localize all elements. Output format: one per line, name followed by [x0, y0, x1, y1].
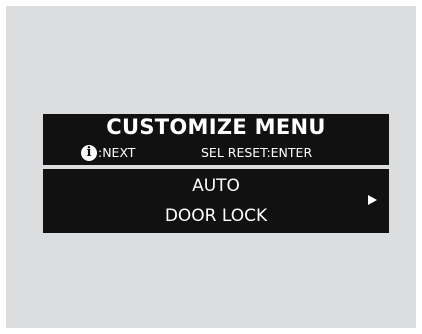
info-icon[interactable]: i — [81, 145, 97, 161]
menu-item-line-2: DOOR LOCK — [164, 206, 268, 226]
menu-item-auto-door-lock[interactable]: AUTO DOOR LOCK — [43, 169, 389, 233]
menu-item-line-1: AUTO — [192, 176, 240, 196]
menu-title: CUSTOMIZE MENU — [106, 115, 326, 139]
screenshot-frame: CUSTOMIZE MENU i :NEXT SEL RESET:ENTER A… — [6, 6, 416, 328]
right-arrow-icon[interactable] — [368, 195, 377, 205]
hint-row: i :NEXT SEL RESET:ENTER — [43, 144, 389, 162]
hint-reset-label: SEL RESET:ENTER — [201, 145, 313, 160]
multi-info-display: CUSTOMIZE MENU i :NEXT SEL RESET:ENTER A… — [43, 114, 389, 233]
menu-header: CUSTOMIZE MENU i :NEXT SEL RESET:ENTER — [43, 114, 389, 165]
hint-next-label: :NEXT — [98, 145, 136, 160]
